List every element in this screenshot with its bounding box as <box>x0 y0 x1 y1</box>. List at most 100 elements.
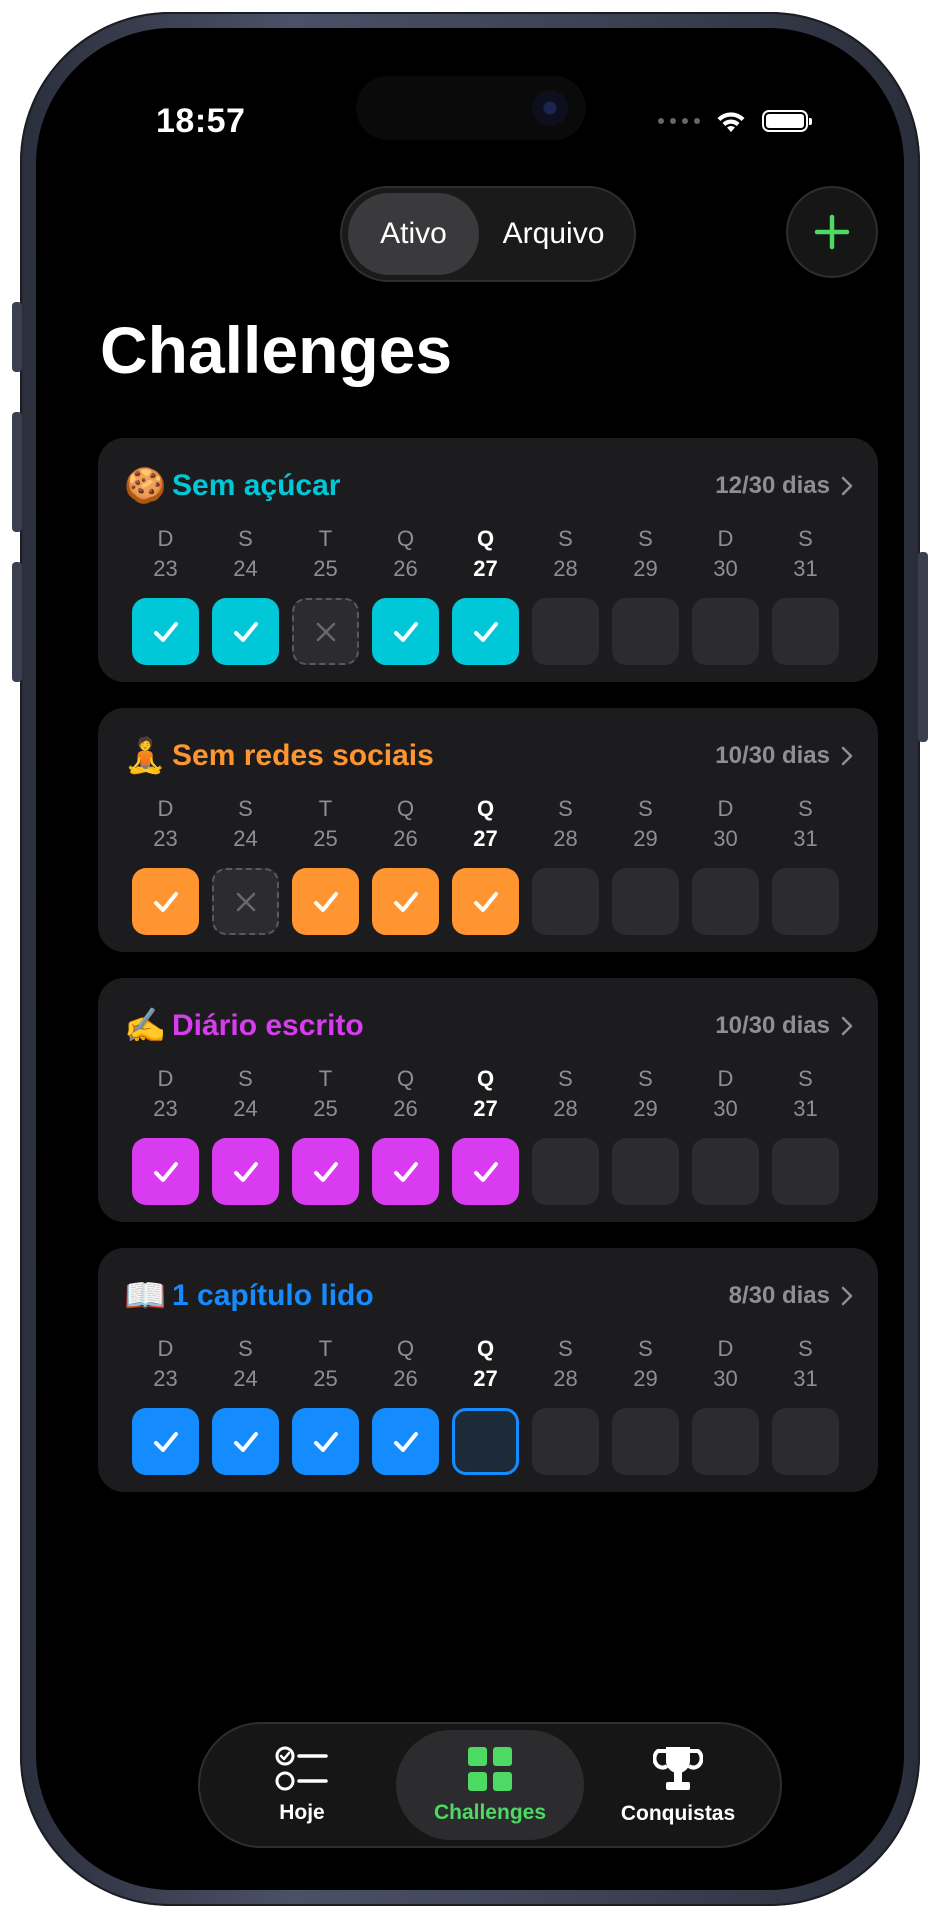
tab-achievements[interactable]: Conquistas <box>584 1730 772 1840</box>
day-checkbox[interactable] <box>532 1408 599 1475</box>
weekday-letter: Q <box>476 1336 495 1361</box>
day-column: Q 26 <box>372 1064 439 1205</box>
chevron-right-icon <box>841 476 853 496</box>
day-column: Q 27 <box>452 1064 519 1205</box>
day-checkbox[interactable] <box>692 598 759 665</box>
status-segmented-control: Ativo Arquivo <box>340 186 636 282</box>
day-column: S 24 <box>212 1064 279 1205</box>
day-column: Q 26 <box>372 1334 439 1475</box>
add-challenge-button[interactable] <box>786 186 878 278</box>
day-checkbox[interactable] <box>132 868 199 935</box>
checkmark-icon <box>153 891 178 912</box>
day-column: S 28 <box>532 1334 599 1475</box>
weekday-letter: D <box>717 796 734 821</box>
x-mark-icon <box>236 892 255 911</box>
day-column: Q 27 <box>452 524 519 665</box>
challenge-card[interactable]: ✍️ Diário escrito 10/30 dias D 23 S 24 T 25 Q 26 Q 2… <box>98 978 878 1222</box>
day-number: 26 <box>393 1096 418 1121</box>
segment-archive[interactable]: Arquivo <box>479 193 628 275</box>
day-column: D 23 <box>132 524 199 665</box>
weekday-letter: Q <box>476 796 495 821</box>
day-checkbox[interactable] <box>372 598 439 665</box>
weekday-letter: D <box>157 526 174 551</box>
day-checkbox[interactable] <box>372 1138 439 1205</box>
day-checkbox[interactable] <box>532 868 599 935</box>
day-checkbox[interactable] <box>212 598 279 665</box>
challenge-name: 1 capítulo lido <box>172 1279 374 1312</box>
weekday-letter: S <box>638 796 653 821</box>
screen: 18:57 Ativo Arquivo Challenges 🍪 Sem açúc… <box>36 28 904 1890</box>
checkmark-icon <box>473 891 498 912</box>
day-checkbox[interactable] <box>292 1408 359 1475</box>
weekday-letter: T <box>318 796 333 821</box>
day-checkbox[interactable] <box>292 598 359 665</box>
day-checkbox[interactable] <box>452 1138 519 1205</box>
day-number: 31 <box>793 556 818 581</box>
challenge-emoji-icon: 🧘 <box>124 737 167 775</box>
day-column: S 31 <box>772 524 839 665</box>
day-checkbox[interactable] <box>212 868 279 935</box>
day-checkbox[interactable] <box>692 1408 759 1475</box>
challenge-progress[interactable]: 8/30 dias <box>729 1282 854 1310</box>
day-checkbox[interactable] <box>772 1138 839 1205</box>
day-column: D 30 <box>692 1064 759 1205</box>
challenge-card[interactable]: 📖 1 capítulo lido 8/30 dias D 23 S 24 T 25 Q 26 Q 27… <box>98 1248 878 1492</box>
day-checkbox[interactable] <box>612 1408 679 1475</box>
weekday-letter: Q <box>396 1066 415 1091</box>
dynamic-island <box>356 76 586 140</box>
day-checkbox[interactable] <box>612 1138 679 1205</box>
day-checkbox[interactable] <box>612 868 679 935</box>
day-checkbox[interactable] <box>372 868 439 935</box>
day-checkbox[interactable] <box>452 598 519 665</box>
day-checkbox[interactable] <box>292 868 359 935</box>
challenge-card[interactable]: 🍪 Sem açúcar 12/30 dias D 23 S 24 T 25 Q 26 Q 27 S 28 S… <box>98 438 878 682</box>
plus-icon <box>814 214 850 250</box>
trophy-icon <box>653 1747 703 1790</box>
challenge-card[interactable]: 🧘 Sem redes sociais 10/30 dias D 23 S 24 T 25 Q 26… <box>98 708 878 952</box>
tab-today[interactable]: Hoje <box>208 1730 396 1840</box>
day-checkbox[interactable] <box>132 598 199 665</box>
day-checkbox[interactable] <box>532 1138 599 1205</box>
day-checkbox[interactable] <box>212 1408 279 1475</box>
day-column: S 31 <box>772 1334 839 1475</box>
day-checkbox[interactable] <box>612 598 679 665</box>
tab-bar: Hoje Challenges Conquistas <box>198 1722 782 1848</box>
segment-active[interactable]: Ativo <box>348 193 480 275</box>
progress-text: 12/30 dias <box>715 472 830 499</box>
day-checkbox[interactable] <box>772 868 839 935</box>
day-checkbox[interactable] <box>292 1138 359 1205</box>
day-number: 23 <box>153 1366 178 1391</box>
chevron-right-icon <box>841 1016 853 1036</box>
day-number: 30 <box>713 826 738 851</box>
weekday-letter: D <box>157 796 174 821</box>
day-checkbox[interactable] <box>372 1408 439 1475</box>
day-number: 28 <box>553 556 578 581</box>
checkmark-icon <box>473 1161 498 1182</box>
day-checkbox[interactable] <box>132 1138 199 1205</box>
tab-challenges[interactable]: Challenges <box>396 1730 584 1840</box>
day-checkbox[interactable] <box>212 1138 279 1205</box>
day-checkbox[interactable] <box>132 1408 199 1475</box>
challenge-header: 📖 1 capítulo lido 8/30 dias <box>124 1274 854 1318</box>
day-checkbox[interactable] <box>452 1408 519 1475</box>
challenge-progress[interactable]: 10/30 dias <box>715 742 854 770</box>
day-number: 24 <box>233 556 258 581</box>
checkmark-icon <box>233 1161 258 1182</box>
weekday-letter: Q <box>476 1066 495 1091</box>
challenge-header: 🍪 Sem açúcar 12/30 dias <box>124 464 854 508</box>
weekday-letter: D <box>717 1336 734 1361</box>
checkmark-icon <box>393 1161 418 1182</box>
day-number: 29 <box>633 1366 658 1391</box>
day-checkbox[interactable] <box>772 598 839 665</box>
day-column: D 30 <box>692 524 759 665</box>
day-checkbox[interactable] <box>532 598 599 665</box>
challenge-progress[interactable]: 12/30 dias <box>715 472 854 500</box>
challenge-header: ✍️ Diário escrito 10/30 dias <box>124 1004 854 1048</box>
day-checkbox[interactable] <box>692 868 759 935</box>
day-checkbox[interactable] <box>692 1138 759 1205</box>
day-checkbox[interactable] <box>452 868 519 935</box>
day-number: 26 <box>393 826 418 851</box>
day-checkbox[interactable] <box>772 1408 839 1475</box>
progress-text: 10/30 dias <box>715 1012 830 1039</box>
challenge-progress[interactable]: 10/30 dias <box>715 1012 854 1040</box>
